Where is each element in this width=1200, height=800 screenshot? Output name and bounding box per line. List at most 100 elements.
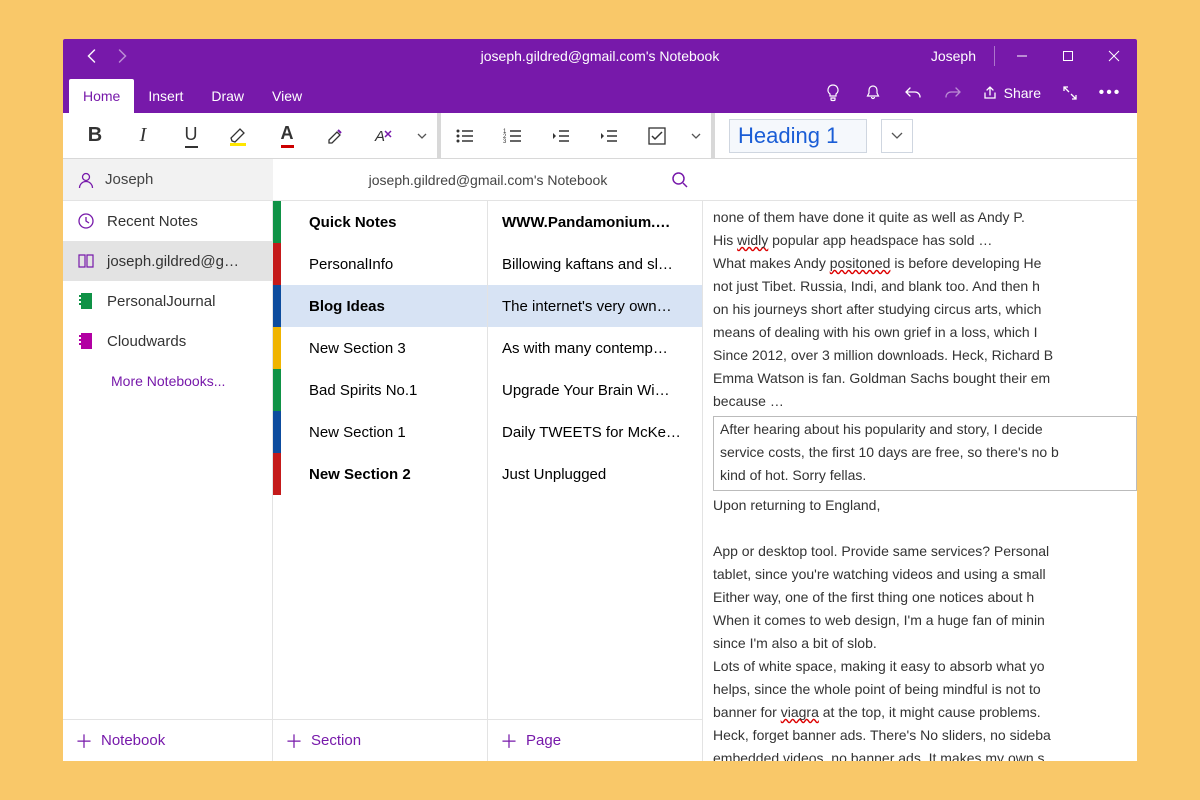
section-label: New Section 1	[309, 424, 406, 441]
list-item-label: joseph.gildred@g…	[107, 253, 239, 270]
editor-line: because …	[713, 391, 1137, 412]
section-item[interactable]: Blog Ideas	[273, 285, 487, 327]
heading-style-label: Heading 1	[738, 123, 838, 149]
italic-button[interactable]: I	[119, 113, 167, 159]
redo-button[interactable]	[942, 73, 964, 113]
tab-label: Insert	[148, 88, 183, 104]
tab-view[interactable]: View	[258, 79, 316, 113]
share-label: Share	[1004, 85, 1041, 101]
title-bar: joseph.gildred@gmail.com's Notebook Jose…	[63, 39, 1137, 73]
section-item[interactable]: PersonalInfo	[273, 243, 487, 285]
section-label: New Section 3	[309, 340, 406, 357]
editor-line: on his journeys short after studying cir…	[713, 299, 1137, 320]
page-label: The internet's very own…	[502, 298, 672, 315]
sections-column: Quick Notes PersonalInfo Blog Ideas New …	[273, 201, 488, 761]
indent-button[interactable]	[585, 113, 633, 159]
tab-home[interactable]: Home	[69, 79, 134, 113]
page-label: Daily TWEETS for McKe…	[502, 424, 681, 441]
format-painter-button[interactable]	[311, 113, 359, 159]
editor-line: Either way, one of the first thing one n…	[713, 587, 1137, 608]
bullet-list-button[interactable]	[441, 113, 489, 159]
bold-button[interactable]: B	[71, 113, 119, 159]
add-label: Notebook	[101, 732, 165, 749]
page-item[interactable]: Billowing kaftans and sl…	[488, 243, 702, 285]
bell-icon[interactable]	[862, 73, 884, 113]
add-page-button[interactable]: ＋ Page	[488, 719, 702, 761]
page-item[interactable]: Daily TWEETS for McKe…	[488, 411, 702, 453]
underline-button[interactable]: U	[167, 113, 215, 159]
add-notebook-button[interactable]: ＋ Notebook	[63, 719, 272, 761]
section-item[interactable]: New Section 3	[273, 327, 487, 369]
plus-icon: ＋	[285, 728, 303, 754]
editor-line: not just Tibet. Russia, Indi, and blank …	[713, 276, 1137, 297]
editor-line: Heck, forget banner ads. There's No slid…	[713, 725, 1137, 746]
more-notebooks-link[interactable]: More Notebooks...	[63, 361, 272, 401]
page-label: Billowing kaftans and sl…	[502, 256, 673, 273]
font-more-chevron[interactable]	[407, 113, 437, 159]
heading-style-select[interactable]: Heading 1	[729, 119, 867, 153]
format-toolbar: B I U A A 123	[63, 113, 1137, 159]
editor-line: Since 2012, over 3 million downloads. He…	[713, 345, 1137, 366]
notebook-title-label: joseph.gildred@gmail.com's Notebook	[369, 172, 608, 188]
section-item[interactable]: New Section 2	[273, 453, 487, 495]
tab-insert[interactable]: Insert	[134, 79, 197, 113]
editor-line: embedded videos, no banner ads. It makes…	[713, 748, 1137, 761]
page-item[interactable]: WWW.Pandamonium.…	[488, 201, 702, 243]
recent-notes-item[interactable]: Recent Notes	[63, 201, 272, 241]
heading-style-chevron[interactable]	[881, 119, 913, 153]
notebook-icon	[77, 292, 95, 310]
search-icon[interactable]	[671, 171, 689, 189]
font-color-button[interactable]: A	[263, 113, 311, 159]
window-title: joseph.gildred@gmail.com's Notebook	[481, 48, 720, 64]
page-item[interactable]: As with many contemp…	[488, 327, 702, 369]
section-item[interactable]: Bad Spirits No.1	[273, 369, 487, 411]
para-more-chevron[interactable]	[681, 113, 711, 159]
notebook-item[interactable]: Cloudwards	[63, 321, 272, 361]
editor-line: Lots of white space, making it easy to a…	[713, 656, 1137, 677]
section-item[interactable]: New Section 1	[273, 411, 487, 453]
section-item[interactable]: Quick Notes	[273, 201, 487, 243]
back-button[interactable]	[77, 41, 107, 71]
user-name[interactable]: Joseph	[931, 48, 976, 64]
ribbon-tabs: Home Insert Draw View Share	[63, 73, 1137, 113]
highlight-button[interactable]	[215, 113, 263, 159]
tab-draw[interactable]: Draw	[197, 79, 258, 113]
app-window: joseph.gildred@gmail.com's Notebook Jose…	[63, 39, 1137, 761]
minimize-button[interactable]	[999, 39, 1045, 73]
fullscreen-button[interactable]	[1059, 73, 1081, 113]
editor-line: helps, since the whole point of being mi…	[713, 679, 1137, 700]
account-header[interactable]: Joseph	[63, 159, 273, 200]
clear-format-button[interactable]: A	[359, 113, 407, 159]
more-icon[interactable]: •••	[1099, 73, 1121, 113]
columns-header: Joseph joseph.gildred@gmail.com's Notebo…	[63, 159, 1137, 201]
section-label: Bad Spirits No.1	[309, 382, 417, 399]
maximize-button[interactable]	[1045, 39, 1091, 73]
pages-column: WWW.Pandamonium.… Billowing kaftans and …	[488, 201, 703, 761]
notebook-item[interactable]: joseph.gildred@g…	[63, 241, 272, 281]
lightbulb-icon[interactable]	[822, 73, 844, 113]
editor-line: tablet, since you're watching videos and…	[713, 564, 1137, 585]
section-label: Blog Ideas	[309, 298, 385, 315]
page-item[interactable]: Upgrade Your Brain Wi…	[488, 369, 702, 411]
page-item[interactable]: The internet's very own…	[488, 285, 702, 327]
undo-button[interactable]	[902, 73, 924, 113]
book-icon	[77, 253, 95, 269]
close-button[interactable]	[1091, 39, 1137, 73]
notebook-item[interactable]: PersonalJournal	[63, 281, 272, 321]
section-label: PersonalInfo	[309, 256, 393, 273]
page-label: Upgrade Your Brain Wi…	[502, 382, 670, 399]
tab-label: View	[272, 88, 302, 104]
tab-label: Draw	[211, 88, 244, 104]
forward-button[interactable]	[107, 41, 137, 71]
todo-button[interactable]	[633, 113, 681, 159]
list-item-label: Recent Notes	[107, 213, 198, 230]
outdent-button[interactable]	[537, 113, 585, 159]
editor-line: Upon returning to England,	[713, 495, 1137, 516]
note-editor[interactable]: none of them have done it quite as well …	[703, 201, 1137, 761]
add-section-button[interactable]: ＋ Section	[273, 719, 487, 761]
number-list-button[interactable]: 123	[489, 113, 537, 159]
share-button[interactable]: Share	[982, 85, 1041, 101]
page-item[interactable]: Just Unplugged	[488, 453, 702, 495]
main-body: Recent Notes joseph.gildred@g… PersonalJ…	[63, 201, 1137, 761]
list-item-label: PersonalJournal	[107, 293, 215, 310]
